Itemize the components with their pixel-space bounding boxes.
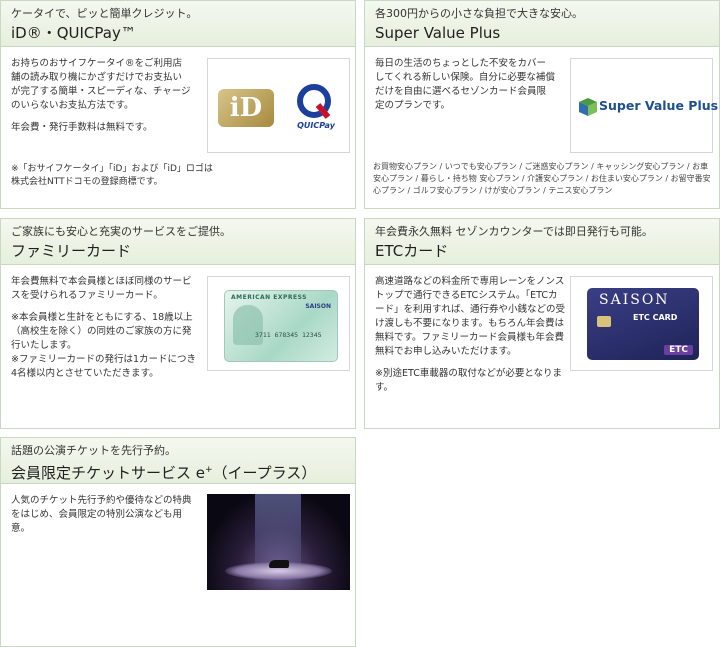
id-logo: iD bbox=[218, 89, 274, 127]
description: 高速道路などの料金所で専用レーンをノンストップで通行できるETCシステム。「ET… bbox=[375, 276, 566, 357]
plan-links[interactable]: お買物安心プラン / いつでも安心プラン / ご迷惑安心プラン / キャッシング… bbox=[373, 161, 713, 197]
panel-title[interactable]: iD®・QUICPay™ bbox=[11, 23, 345, 43]
panel-family-card: ご家族にも安心と充実のサービスをご提供。 ファミリーカード 年会費無料で本会員様… bbox=[0, 218, 356, 429]
panel-header: ケータイで、ピッと簡単クレジット。 iD®・QUICPay™ bbox=[1, 1, 355, 47]
panel-etc-card: 年会費永久無料 セゾンカウンターでは即日発行も可能。 ETCカード 高速道路など… bbox=[364, 218, 720, 429]
centurion-figure bbox=[233, 305, 263, 345]
id-quicpay-logo-image: iD QUICPay bbox=[207, 58, 350, 153]
panel-super-value-plus: 各300円からの小さな負担で大きな安心。 Super Value Plus 毎日… bbox=[364, 0, 720, 209]
cube-icon bbox=[579, 98, 597, 116]
panel-header: 各300円からの小さな負担で大きな安心。 Super Value Plus bbox=[365, 1, 719, 47]
etc-card-image: SAISON ETC CARD ETC bbox=[570, 276, 713, 371]
chip-icon bbox=[597, 316, 611, 327]
family-card-image: AMERICAN EXPRESS SAISON 3711 678345 1234… bbox=[207, 276, 350, 371]
panel-title[interactable]: 会員限定チケットサービス e+（イープラス） bbox=[11, 460, 345, 483]
panel-subtitle: 各300円からの小さな負担で大きな安心。 bbox=[375, 7, 583, 20]
trademark-note: ※「おサイフケータイ」「iD」および「iD」ロゴは株式会社NTTドコモの登録商標… bbox=[11, 164, 213, 187]
super-value-plus-logo-image: Super Value Plus bbox=[570, 58, 718, 153]
panel-title[interactable]: Super Value Plus bbox=[375, 23, 709, 43]
concert-stage-image bbox=[207, 494, 350, 590]
super-value-plus-logo-text: Super Value Plus bbox=[599, 98, 719, 113]
panel-title[interactable]: ETCカード bbox=[375, 241, 709, 261]
etc-card: SAISON ETC CARD ETC bbox=[587, 288, 699, 360]
description: お持ちのおサイフケータイ®をご利用店舗の読み取り機にかざすだけでお支払いが完了す… bbox=[11, 58, 191, 111]
note-eligibility: ※本会員様と生計をともにする、18歳以上（高校生を除く）の同姓のご家族の方に発行… bbox=[11, 312, 193, 351]
panel-subtitle: ケータイで、ピッと簡単クレジット。 bbox=[11, 7, 198, 20]
piano-icon bbox=[269, 560, 289, 568]
panel-subtitle: ご家族にも安心と充実のサービスをご提供。 bbox=[11, 225, 231, 238]
description: 人気のチケット先行予約や優待などの特典をはじめ、会員限定の特別公演なども用意。 bbox=[11, 495, 192, 534]
panel-title[interactable]: ファミリーカード bbox=[11, 241, 345, 261]
fee-text: 年会費・発行手数料は無料です。 bbox=[11, 122, 153, 133]
panel-eplus: 話題の公演チケットを先行予約。 会員限定チケットサービス e+（イープラス） 人… bbox=[0, 437, 356, 647]
quicpay-logo: QUICPay bbox=[288, 81, 344, 137]
panel-header: 話題の公演チケットを先行予約。 会員限定チケットサービス e+（イープラス） bbox=[1, 438, 355, 484]
note: ※別途ETC車載器の取付などが必要となります。 bbox=[375, 368, 563, 393]
panel-subtitle: 年会費永久無料 セゾンカウンターでは即日発行も可能。 bbox=[375, 225, 653, 238]
note-limit: ※ファミリーカードの発行は1カードにつき4名様以内とさせていただきます。 bbox=[11, 354, 197, 379]
description: 毎日の生活のちょっとした不安をカバーしてくれる新しい保険。自分に必要な補償だけを… bbox=[375, 58, 555, 111]
panel-header: 年会費永久無料 セゾンカウンターでは即日発行も可能。 ETCカード bbox=[365, 219, 719, 265]
panel-id-quicpay: ケータイで、ピッと簡単クレジット。 iD®・QUICPay™ お持ちのおサイフケ… bbox=[0, 0, 356, 209]
panel-header: ご家族にも安心と充実のサービスをご提供。 ファミリーカード bbox=[1, 219, 355, 265]
description: 年会費無料で本会員様とほぼ同様のサービスを受けられるファミリーカード。 bbox=[11, 276, 192, 301]
panel-subtitle: 話題の公演チケットを先行予約。 bbox=[11, 444, 176, 457]
amex-card: AMERICAN EXPRESS SAISON 3711 678345 1234… bbox=[224, 290, 338, 362]
